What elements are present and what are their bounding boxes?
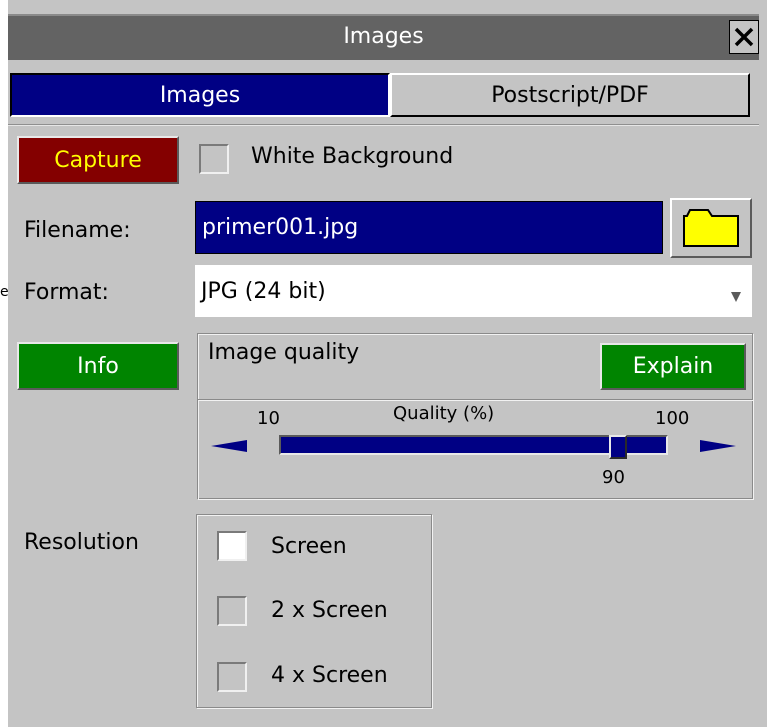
quality-max-label: 100 xyxy=(655,408,690,429)
quality-slider-title: Quality (%) xyxy=(393,403,495,424)
resolution-4x-label: 4 x Screen xyxy=(271,663,388,688)
filename-value: primer001.jpg xyxy=(202,215,359,240)
image-quality-label: Image quality xyxy=(208,340,360,365)
resolution-screen-label: Screen xyxy=(271,534,347,559)
dropdown-arrow-icon xyxy=(731,292,741,302)
white-background-checkbox[interactable] xyxy=(199,144,229,174)
resolution-4x-checkbox[interactable] xyxy=(217,662,247,692)
filename-field[interactable]: primer001.jpg xyxy=(195,201,663,254)
title-bar[interactable]: Images xyxy=(8,14,759,60)
filename-label: Filename: xyxy=(24,218,131,243)
folder-icon xyxy=(683,209,739,247)
capture-button[interactable]: Capture xyxy=(17,136,179,184)
format-select[interactable]: JPG (24 bit) xyxy=(195,265,752,317)
quality-min-label: 10 xyxy=(257,408,280,429)
explain-button[interactable]: Explain xyxy=(600,343,746,390)
format-value: JPG (24 bit) xyxy=(201,278,326,304)
tab-postscript-pdf[interactable]: Postscript/PDF xyxy=(390,73,750,117)
quality-slider-thumb[interactable] xyxy=(609,435,627,459)
format-label: Format: xyxy=(24,280,109,305)
tab-divider xyxy=(8,124,759,126)
close-icon xyxy=(734,27,754,47)
tab-images[interactable]: Images xyxy=(10,73,390,117)
info-button[interactable]: Info xyxy=(17,342,179,390)
resolution-2x-label: 2 x Screen xyxy=(271,598,388,623)
resolution-label: Resolution xyxy=(24,530,139,555)
resolution-screen-checkbox[interactable] xyxy=(217,531,247,561)
slider-right-arrow-icon[interactable] xyxy=(696,438,736,454)
slider-left-arrow-icon[interactable] xyxy=(211,438,251,454)
window-title: Images xyxy=(343,24,424,49)
resolution-2x-checkbox[interactable] xyxy=(217,596,247,626)
browse-folder-button[interactable] xyxy=(670,198,752,258)
quality-value: 90 xyxy=(602,467,625,488)
close-button[interactable] xyxy=(729,20,759,54)
white-background-label: White Background xyxy=(251,144,454,169)
